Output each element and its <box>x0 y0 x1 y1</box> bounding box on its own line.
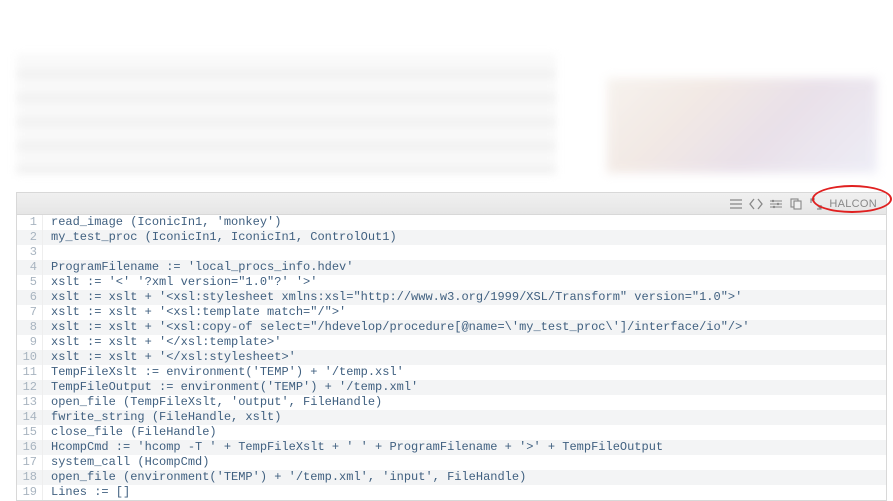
line-number: 17 <box>17 455 43 470</box>
code-line[interactable]: 3 <box>17 245 886 260</box>
code-line[interactable]: 14fwrite_string (FileHandle, xslt) <box>17 410 886 425</box>
line-code[interactable]: xslt := xslt + '</xsl:template>' <box>43 335 886 350</box>
line-code[interactable]: fwrite_string (FileHandle, xslt) <box>43 410 886 425</box>
code-line[interactable]: 18open_file (environment('TEMP') + '/tem… <box>17 470 886 485</box>
line-number: 15 <box>17 425 43 440</box>
menu-icon[interactable] <box>727 196 745 212</box>
code-line[interactable]: 16HcompCmd := 'hcomp -T ' + TempFileXslt… <box>17 440 886 455</box>
line-code[interactable] <box>43 245 886 260</box>
code-line[interactable]: 12TempFileOutput := environment('TEMP') … <box>17 380 886 395</box>
code-line[interactable]: 17system_call (HcompCmd) <box>17 455 886 470</box>
line-number: 13 <box>17 395 43 410</box>
settings-icon[interactable] <box>767 196 785 212</box>
code-line[interactable]: 19Lines := [] <box>17 485 886 500</box>
code-line[interactable]: 9xslt := xslt + '</xsl:template>' <box>17 335 886 350</box>
line-code[interactable]: ProgramFilename := 'local_procs_info.hde… <box>43 260 886 275</box>
line-number: 19 <box>17 485 43 500</box>
line-code[interactable]: xslt := xslt + '<xsl:template match="/">… <box>43 305 886 320</box>
code-line[interactable]: 2my_test_proc (IconicIn1, IconicIn1, Con… <box>17 230 886 245</box>
code-line[interactable]: 11TempFileXslt := environment('TEMP') + … <box>17 365 886 380</box>
code-line[interactable]: 8xslt := xslt + '<xsl:copy-of select="/h… <box>17 320 886 335</box>
expand-icon[interactable] <box>807 196 825 212</box>
code-line[interactable]: 10xslt := xslt + '</xsl:stylesheet>' <box>17 350 886 365</box>
code-line[interactable]: 5xslt := '<' '?xml version="1.0"?' '>' <box>17 275 886 290</box>
line-number: 14 <box>17 410 43 425</box>
line-number: 2 <box>17 230 43 245</box>
line-number: 4 <box>17 260 43 275</box>
line-number: 11 <box>17 365 43 380</box>
line-code[interactable]: xslt := xslt + '<xsl:copy-of select="/hd… <box>43 320 886 335</box>
blurred-content-right <box>607 78 877 173</box>
code-line[interactable]: 1read_image (IconicIn1, 'monkey') <box>17 215 886 230</box>
code-toolbar: HALCON <box>17 193 886 215</box>
line-number: 3 <box>17 245 43 260</box>
code-listing[interactable]: 1read_image (IconicIn1, 'monkey')2my_tes… <box>17 215 886 500</box>
line-number: 16 <box>17 440 43 455</box>
line-code[interactable]: Lines := [] <box>43 485 886 500</box>
line-number: 18 <box>17 470 43 485</box>
code-line[interactable]: 15close_file (FileHandle) <box>17 425 886 440</box>
line-code[interactable]: open_file (TempFileXslt, 'output', FileH… <box>43 395 886 410</box>
line-code[interactable]: system_call (HcompCmd) <box>43 455 886 470</box>
line-code[interactable]: close_file (FileHandle) <box>43 425 886 440</box>
code-line[interactable]: 4ProgramFilename := 'local_procs_info.hd… <box>17 260 886 275</box>
line-code[interactable]: TempFileXslt := environment('TEMP') + '/… <box>43 365 886 380</box>
line-code[interactable]: HcompCmd := 'hcomp -T ' + TempFileXslt +… <box>43 440 886 455</box>
line-number: 6 <box>17 290 43 305</box>
blurred-content-left <box>16 54 556 174</box>
line-code[interactable]: xslt := xslt + '</xsl:stylesheet>' <box>43 350 886 365</box>
line-number: 10 <box>17 350 43 365</box>
line-code[interactable]: xslt := '<' '?xml version="1.0"?' '>' <box>43 275 886 290</box>
line-number: 5 <box>17 275 43 290</box>
line-number: 8 <box>17 320 43 335</box>
line-code[interactable]: xslt := xslt + '<xsl:stylesheet xmlns:xs… <box>43 290 886 305</box>
line-number: 9 <box>17 335 43 350</box>
code-brackets-icon[interactable] <box>747 196 765 212</box>
line-number: 1 <box>17 215 43 230</box>
line-code[interactable]: my_test_proc (IconicIn1, IconicIn1, Cont… <box>43 230 886 245</box>
code-line[interactable]: 6xslt := xslt + '<xsl:stylesheet xmlns:x… <box>17 290 886 305</box>
line-code[interactable]: TempFileOutput := environment('TEMP') + … <box>43 380 886 395</box>
line-number: 7 <box>17 305 43 320</box>
line-code[interactable]: read_image (IconicIn1, 'monkey') <box>43 215 886 230</box>
code-line[interactable]: 7xslt := xslt + '<xsl:template match="/"… <box>17 305 886 320</box>
toolbar-label: HALCON <box>827 198 882 210</box>
copy-icon[interactable] <box>787 196 805 212</box>
line-code[interactable]: open_file (environment('TEMP') + '/temp.… <box>43 470 886 485</box>
line-number: 12 <box>17 380 43 395</box>
code-line[interactable]: 13open_file (TempFileXslt, 'output', Fil… <box>17 395 886 410</box>
code-panel: HALCON 1read_image (IconicIn1, 'monkey')… <box>16 192 887 501</box>
